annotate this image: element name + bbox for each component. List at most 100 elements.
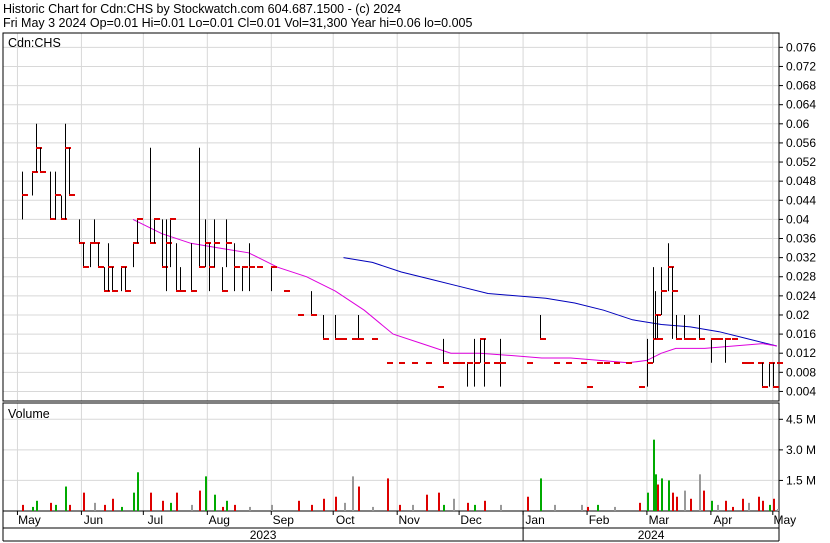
price-tick-label: 0.048: [786, 174, 816, 188]
close-tick: [150, 242, 156, 244]
volume-bar: [554, 504, 556, 511]
volume-bar: [176, 492, 178, 511]
price-tick-label: 0.012: [786, 346, 816, 360]
price-tick-label: 0.016: [786, 327, 816, 341]
volume-bar: [474, 504, 476, 511]
close-tick: [672, 290, 678, 292]
volume-bar: [758, 496, 760, 511]
close-tick: [684, 338, 690, 340]
close-tick: [242, 266, 248, 268]
close-tick: [55, 194, 61, 196]
price-tick-label: 0.008: [786, 365, 816, 379]
volume-bar: [399, 504, 401, 511]
close-tick: [36, 147, 42, 149]
close-tick: [748, 362, 754, 364]
volume-bar: [653, 439, 655, 511]
close-tick: [484, 362, 490, 364]
close-tick: [284, 290, 290, 292]
close-tick: [494, 362, 500, 364]
close-tick: [162, 266, 168, 268]
close-tick: [341, 338, 347, 340]
close-tick: [104, 290, 110, 292]
close-tick: [271, 266, 277, 268]
volume-bar: [170, 502, 172, 511]
close-tick: [676, 338, 682, 340]
volume-bar: [36, 500, 38, 511]
close-tick: [604, 362, 610, 364]
price-tick-label: 0.036: [786, 232, 816, 246]
close-tick: [79, 242, 85, 244]
close-tick: [554, 362, 560, 364]
close-tick: [298, 314, 304, 316]
close-tick: [170, 218, 176, 220]
volume-bar: [699, 474, 701, 511]
month-label: Oct: [336, 513, 355, 527]
volume-bar: [443, 504, 445, 511]
volume-bar: [387, 478, 389, 511]
price-tick-label: 0.04: [786, 212, 810, 226]
price-tick-label: 0.064: [786, 98, 816, 112]
volume-bar: [777, 508, 779, 511]
volume-bar: [581, 504, 583, 511]
close-tick: [387, 362, 393, 364]
year-label: 2023: [250, 528, 277, 542]
volume-bar: [732, 506, 734, 511]
close-tick: [154, 218, 160, 220]
price-tick-label: 0.056: [786, 136, 816, 150]
month-label: Aug: [209, 513, 230, 527]
volume-bar: [298, 500, 300, 511]
close-tick: [773, 386, 779, 388]
volume-bar: [226, 500, 228, 511]
price-tick-label: 0.052: [786, 155, 816, 169]
price-tick-label: 0.076: [786, 40, 816, 54]
price-tick-label: 0.032: [786, 251, 816, 265]
volume-bar: [222, 506, 224, 511]
close-tick: [717, 338, 723, 340]
close-tick: [480, 338, 486, 340]
month-label: May: [18, 513, 41, 527]
price-bars: [22, 123, 783, 388]
volume-bar: [717, 504, 719, 511]
volume-bar: [426, 494, 428, 511]
volume-bar: [540, 478, 542, 511]
close-tick: [112, 290, 118, 292]
price-panel-frame: [2, 32, 780, 402]
month-label: Jun: [84, 513, 103, 527]
volume-bar: [65, 486, 67, 511]
volume-bar: [711, 500, 713, 511]
volume-bar: [69, 504, 71, 511]
ma-short-path: [132, 218, 777, 364]
volume-bar: [191, 504, 193, 511]
close-tick: [657, 338, 663, 340]
month-label: Mar: [649, 513, 670, 527]
volume-bar: [352, 476, 354, 511]
close-tick: [668, 266, 674, 268]
close-tick: [699, 338, 705, 340]
month-label: Jul: [148, 513, 163, 527]
volume-bar: [311, 504, 313, 511]
close-tick: [474, 362, 480, 364]
volume-bar: [587, 506, 589, 511]
close-tick: [133, 242, 139, 244]
volume-bar: [438, 492, 440, 511]
volume-bar: [762, 500, 764, 511]
close-tick: [65, 147, 71, 149]
close-tick: [234, 266, 240, 268]
close-tick: [249, 266, 255, 268]
volume-bar: [83, 492, 85, 511]
volume-bar: [690, 498, 692, 511]
close-tick: [166, 242, 172, 244]
ma-long-path: [343, 257, 778, 347]
price-tick-label: 0.068: [786, 79, 816, 93]
close-tick: [581, 362, 587, 364]
stock-chart: Cdn:CHS Volume 0.0040.0080.0120.0160.020…: [2, 32, 816, 542]
close-tick: [758, 362, 764, 364]
price-axis: 0.004 0.008 0.012 0.016 0.02 0.024 0.028 0.032 0…: [779, 40, 816, 398]
close-tick: [412, 362, 418, 364]
close-tick: [358, 338, 364, 340]
month-label: Nov: [399, 513, 420, 527]
volume-bar: [453, 498, 455, 511]
close-tick: [725, 338, 731, 340]
price-tick-label: 0.024: [786, 289, 816, 303]
volume-bar: [725, 500, 727, 511]
